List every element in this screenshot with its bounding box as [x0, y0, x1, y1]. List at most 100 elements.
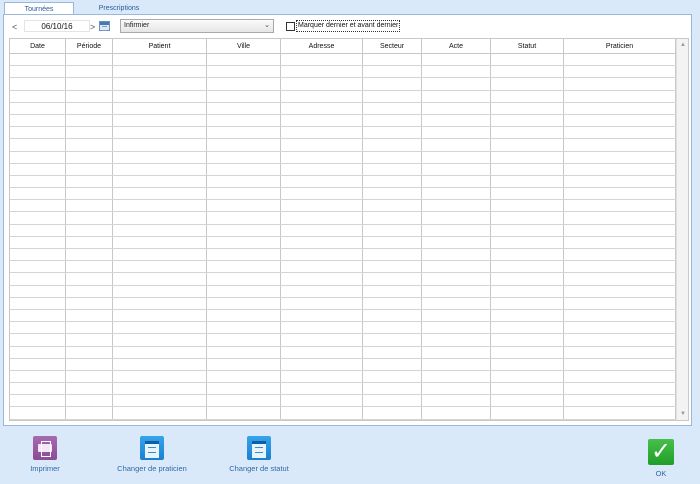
table-cell[interactable] [491, 163, 564, 175]
table-cell[interactable] [491, 236, 564, 248]
table-cell[interactable] [10, 163, 66, 175]
table-cell[interactable] [422, 114, 491, 127]
table-cell[interactable] [363, 188, 422, 200]
table-cell[interactable] [491, 90, 564, 102]
table-cell[interactable] [207, 309, 281, 322]
table-row[interactable] [10, 285, 676, 298]
table-cell[interactable] [422, 346, 491, 358]
column-header[interactable]: Secteur [363, 39, 422, 54]
table-cell[interactable] [422, 407, 491, 419]
table-cell[interactable] [564, 346, 676, 358]
table-cell[interactable] [363, 127, 422, 139]
table-cell[interactable] [422, 175, 491, 188]
table-cell[interactable] [113, 395, 207, 407]
table-cell[interactable] [66, 114, 113, 127]
table-cell[interactable] [281, 114, 363, 127]
table-cell[interactable] [491, 200, 564, 212]
table-cell[interactable] [564, 395, 676, 407]
table-cell[interactable] [10, 200, 66, 212]
table-cell[interactable] [564, 66, 676, 78]
table-cell[interactable] [10, 224, 66, 236]
table-cell[interactable] [363, 66, 422, 78]
table-cell[interactable] [363, 383, 422, 395]
table-cell[interactable] [363, 54, 422, 66]
table-cell[interactable] [207, 273, 281, 285]
table-cell[interactable] [66, 188, 113, 200]
table-cell[interactable] [422, 261, 491, 273]
table-cell[interactable] [422, 151, 491, 163]
table-cell[interactable] [422, 127, 491, 139]
table-row[interactable] [10, 78, 676, 91]
table-cell[interactable] [10, 249, 66, 261]
table-cell[interactable] [10, 297, 66, 309]
table-cell[interactable] [10, 175, 66, 188]
table-cell[interactable] [207, 139, 281, 151]
table-cell[interactable] [422, 212, 491, 224]
table-cell[interactable] [564, 54, 676, 66]
table-cell[interactable] [281, 163, 363, 175]
table-cell[interactable] [281, 54, 363, 66]
table-row[interactable] [10, 139, 676, 152]
table-cell[interactable] [113, 285, 207, 297]
table-cell[interactable] [491, 114, 564, 127]
table-cell[interactable] [422, 334, 491, 346]
table-cell[interactable] [491, 370, 564, 383]
table-cell[interactable] [363, 175, 422, 188]
table-cell[interactable] [491, 322, 564, 334]
table-row[interactable] [10, 261, 676, 274]
table-cell[interactable] [281, 151, 363, 163]
column-header[interactable]: Acte [422, 39, 491, 54]
table-cell[interactable] [207, 358, 281, 370]
scroll-down-icon[interactable]: ▼ [677, 408, 688, 420]
table-cell[interactable] [113, 90, 207, 102]
table-cell[interactable] [281, 309, 363, 322]
table-cell[interactable] [66, 334, 113, 346]
table-cell[interactable] [281, 334, 363, 346]
table-cell[interactable] [564, 236, 676, 248]
table-row[interactable] [10, 273, 676, 286]
table-cell[interactable] [281, 90, 363, 102]
table-cell[interactable] [207, 322, 281, 334]
table-cell[interactable] [113, 175, 207, 188]
table-cell[interactable] [363, 346, 422, 358]
table-cell[interactable] [281, 383, 363, 395]
table-cell[interactable] [10, 407, 66, 419]
table-cell[interactable] [491, 383, 564, 395]
calendar-icon[interactable] [99, 21, 110, 31]
table-cell[interactable] [491, 297, 564, 309]
table-cell[interactable] [10, 102, 66, 114]
table-row[interactable] [10, 395, 676, 408]
table-row[interactable] [10, 383, 676, 396]
table-cell[interactable] [491, 54, 564, 66]
table-cell[interactable] [281, 224, 363, 236]
table-cell[interactable] [66, 200, 113, 212]
table-cell[interactable] [422, 236, 491, 248]
table-cell[interactable] [363, 273, 422, 285]
table-cell[interactable] [113, 114, 207, 127]
table-cell[interactable] [10, 346, 66, 358]
table-cell[interactable] [564, 334, 676, 346]
table-cell[interactable] [281, 212, 363, 224]
table-cell[interactable] [66, 54, 113, 66]
table-cell[interactable] [422, 383, 491, 395]
column-header[interactable]: Adresse [281, 39, 363, 54]
change-status-button[interactable]: Changer de statut [227, 436, 291, 473]
table-cell[interactable] [113, 334, 207, 346]
table-cell[interactable] [10, 334, 66, 346]
table-cell[interactable] [564, 188, 676, 200]
table-cell[interactable] [564, 151, 676, 163]
table-cell[interactable] [564, 383, 676, 395]
table-cell[interactable] [363, 212, 422, 224]
mark-last-label[interactable]: Marquer dernier et avant dernier [296, 20, 401, 32]
table-cell[interactable] [10, 285, 66, 297]
table-cell[interactable] [491, 334, 564, 346]
table-cell[interactable] [281, 188, 363, 200]
table-cell[interactable] [113, 102, 207, 114]
table-row[interactable] [10, 236, 676, 249]
table-cell[interactable] [207, 54, 281, 66]
table-cell[interactable] [564, 175, 676, 188]
previous-day-button[interactable]: < [12, 22, 17, 32]
table-cell[interactable] [10, 212, 66, 224]
table-row[interactable] [10, 224, 676, 237]
table-cell[interactable] [564, 309, 676, 322]
